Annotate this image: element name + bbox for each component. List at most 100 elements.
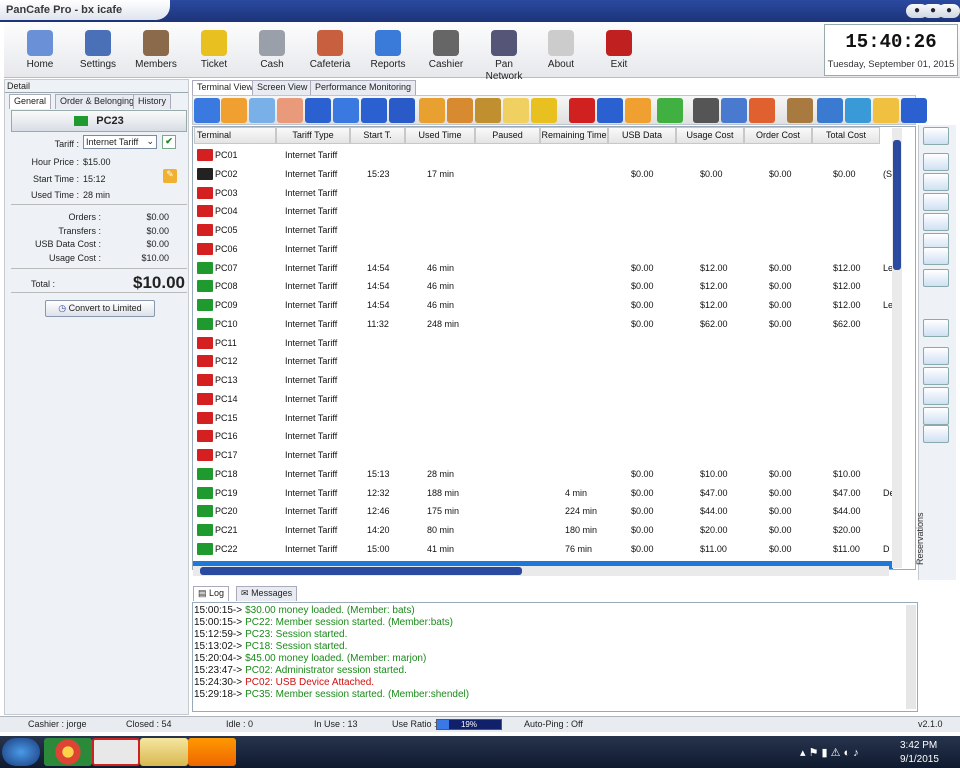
tray-icons[interactable]: ▴ ⚑ ▮ ⚠ ◐ ♪: [800, 746, 859, 759]
forward-icon[interactable]: [333, 98, 359, 123]
toolbar-settings-button[interactable]: Settings: [72, 26, 124, 76]
details-view-icon[interactable]: [923, 213, 949, 231]
ticket-icon[interactable]: [531, 98, 557, 123]
column-header[interactable]: Start T.: [350, 127, 405, 144]
thumbnail-view-icon[interactable]: [923, 127, 949, 145]
table-row[interactable]: PC19 Internet Tariff 12:32 188 min 4 min $0.0…: [193, 484, 895, 503]
column-header[interactable]: Remaining Time: [540, 127, 608, 144]
users-icon[interactable]: [249, 98, 275, 123]
tab-messages[interactable]: ✉ Messages: [236, 586, 298, 601]
screens-icon[interactable]: [749, 98, 775, 123]
excel-icon[interactable]: [923, 269, 949, 287]
table-row[interactable]: PC17 Internet Tariff: [193, 446, 893, 465]
folder-icon[interactable]: [873, 98, 899, 123]
table-row[interactable]: PC06 Internet Tariff: [193, 240, 893, 259]
start-button[interactable]: [2, 738, 40, 766]
restart-icon[interactable]: [597, 98, 623, 123]
ie-icon[interactable]: [817, 98, 843, 123]
table-row[interactable]: PC12 Internet Tariff: [193, 352, 893, 371]
table-row[interactable]: PC04 Internet Tariff: [193, 202, 893, 221]
play-icon[interactable]: [194, 98, 220, 123]
note-icon[interactable]: [503, 98, 529, 123]
pause-icon[interactable]: [305, 98, 331, 123]
calendar-icon[interactable]: [923, 387, 949, 405]
clock-icon[interactable]: [923, 367, 949, 385]
table-row[interactable]: PC02 Internet Tariff 15:23 17 min $0.00 $0.00…: [193, 165, 893, 184]
tab-log[interactable]: ▤ Log: [193, 586, 230, 601]
pancafe-taskbar-icon[interactable]: [92, 738, 140, 766]
toolbar-exit-button[interactable]: Exit: [593, 26, 645, 76]
toolbar-about-button[interactable]: About: [535, 26, 587, 76]
volume-icon[interactable]: [901, 98, 927, 123]
logoff-icon[interactable]: [625, 98, 651, 123]
locker-icon[interactable]: [475, 98, 501, 123]
table-row[interactable]: PC07 Internet Tariff 14:54 46 min $0.00 $12.0…: [193, 259, 893, 278]
stop-icon[interactable]: [361, 98, 387, 123]
column-header[interactable]: Tariff Type: [276, 127, 350, 144]
large-icons-icon[interactable]: [923, 153, 949, 171]
table-row[interactable]: PC01 Internet Tariff: [193, 146, 893, 165]
table-row[interactable]: PC16 Internet Tariff: [193, 427, 893, 446]
table-row[interactable]: PC13 Internet Tariff: [193, 371, 893, 390]
column-header[interactable]: USB Data: [608, 127, 676, 144]
horizontal-scroll-thumb[interactable]: [200, 567, 522, 575]
user-icon[interactable]: [277, 98, 303, 123]
tab-terminal-view[interactable]: Terminal View: [192, 80, 258, 95]
cafe-icon[interactable]: [221, 98, 247, 123]
chrome-taskbar-icon[interactable]: [44, 738, 92, 766]
table-row[interactable]: PC22 Internet Tariff 15:00 41 min 76 min $0.0…: [193, 540, 893, 559]
eye-icon[interactable]: [693, 98, 719, 123]
tab-performance-monitoring[interactable]: Performance Monitoring: [310, 80, 417, 95]
toolbar-cafeteria-button[interactable]: Cafeteria: [304, 26, 356, 76]
tools-icon[interactable]: [923, 425, 949, 443]
refresh-icon[interactable]: [845, 98, 871, 123]
table-row[interactable]: PC20 Internet Tariff 12:46 175 min 224 min $0…: [193, 502, 893, 521]
table-row[interactable]: PC08 Internet Tariff 14:54 46 min $0.00 $12.0…: [193, 277, 893, 296]
toolbar-members-button[interactable]: Members: [130, 26, 182, 76]
toolbar-reports-button[interactable]: Reports: [362, 26, 414, 76]
table-row[interactable]: PC05 Internet Tariff: [193, 221, 893, 240]
register-icon[interactable]: [923, 407, 949, 425]
vlc-taskbar-icon[interactable]: [188, 738, 236, 766]
tab-screen-view[interactable]: Screen View: [252, 80, 313, 95]
convert-to-limited-button[interactable]: ◷ Convert to Limited: [45, 300, 155, 317]
column-header[interactable]: Total Cost: [812, 127, 880, 144]
small-icons-icon[interactable]: [923, 193, 949, 211]
tab-order-belonging[interactable]: Order & Belonging: [55, 94, 140, 109]
table-row[interactable]: PC15 Internet Tariff: [193, 409, 893, 428]
column-header[interactable]: Paused: [475, 127, 540, 144]
column-header[interactable]: Used Time: [405, 127, 475, 144]
toolbar-cashier-button[interactable]: Cashier: [420, 26, 472, 76]
font-icon[interactable]: [923, 247, 949, 265]
vertical-scroll-thumb[interactable]: [893, 140, 901, 270]
table-row[interactable]: PC03 Internet Tariff: [193, 184, 893, 203]
toolbar-pan-network-button[interactable]: Pan Network: [478, 26, 530, 82]
tariff-select[interactable]: Internet Tariff ⌄: [83, 135, 157, 149]
table-row[interactable]: PC10 Internet Tariff 11:32 248 min $0.00 $62.…: [193, 315, 893, 334]
reservation-icon[interactable]: [923, 319, 949, 337]
explorer-taskbar-icon[interactable]: [140, 738, 188, 766]
start-icon[interactable]: [657, 98, 683, 123]
table-row[interactable]: PC09 Internet Tariff 14:54 46 min $0.00 $12.0…: [193, 296, 893, 315]
log-scrollbar[interactable]: [906, 605, 916, 709]
toolbar-cash-button[interactable]: Cash: [246, 26, 298, 76]
column-header[interactable]: Usage Cost: [676, 127, 744, 144]
apply-tariff-checkbox[interactable]: ✔: [162, 135, 176, 149]
monkey-icon[interactable]: [787, 98, 813, 123]
edit-icon[interactable]: ✎: [163, 169, 177, 183]
table-row[interactable]: PC18 Internet Tariff 15:13 28 min $0.00 $10.0…: [193, 465, 893, 484]
food-icon[interactable]: [447, 98, 473, 123]
column-header[interactable]: Order Cost: [744, 127, 812, 144]
table-row[interactable]: PC14 Internet Tariff: [193, 390, 893, 409]
medium-icons-icon[interactable]: [923, 173, 949, 191]
toolbar-ticket-button[interactable]: Ticket: [188, 26, 240, 76]
close-button[interactable]: ●: [938, 4, 960, 18]
column-header[interactable]: Terminal: [194, 127, 276, 144]
tab-general[interactable]: General: [9, 94, 52, 109]
tab-history[interactable]: History: [133, 94, 172, 109]
table-row[interactable]: PC21 Internet Tariff 14:20 80 min 180 min $0.…: [193, 521, 893, 540]
gift-icon[interactable]: [419, 98, 445, 123]
list-icon[interactable]: [923, 347, 949, 365]
camera-icon[interactable]: [721, 98, 747, 123]
table-row[interactable]: PC11 Internet Tariff: [193, 334, 893, 353]
